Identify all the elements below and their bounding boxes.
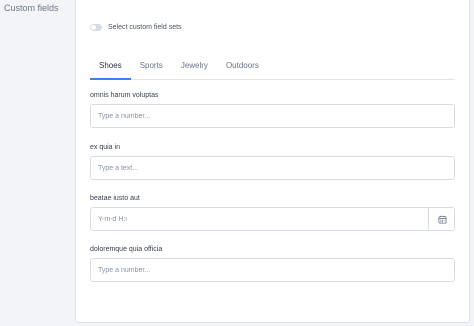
field-beatae-iusto-aut: beatae iusto aut: [90, 195, 455, 231]
datetime-input[interactable]: [90, 207, 455, 231]
calendar-button[interactable]: [428, 207, 455, 231]
field-label: omnis harum voluptas: [90, 92, 159, 99]
custom-fields-card: Select custom field sets Shoes Sports Je…: [75, 0, 470, 323]
field-doloremque-quia-officia: doloremque quia officia: [90, 246, 455, 282]
toggle-knob: [91, 25, 96, 30]
custom-field-sets-toggle[interactable]: [90, 24, 102, 31]
field-set-tabs: Shoes Sports Jewelry Outdoors: [90, 56, 455, 80]
field-omnis-harum-voluptas: omnis harum voluptas: [90, 92, 455, 128]
datetime-picker: [90, 207, 455, 231]
number-input[interactable]: [90, 104, 455, 128]
custom-field-sets-toggle-row: Select custom field sets: [90, 24, 182, 31]
number-input[interactable]: [90, 258, 455, 282]
tab-sports[interactable]: Sports: [131, 56, 172, 80]
field-label: beatae iusto aut: [90, 195, 140, 202]
calendar-icon: [437, 215, 447, 224]
tab-shoes[interactable]: Shoes: [90, 56, 131, 80]
field-label: doloremque quia officia: [90, 246, 163, 253]
toggle-label: Select custom field sets: [108, 24, 182, 31]
section-title: Custom fields: [4, 3, 59, 13]
tab-jewelry[interactable]: Jewelry: [172, 56, 217, 80]
field-label: ex quia in: [90, 144, 120, 151]
text-input[interactable]: [90, 156, 455, 180]
field-ex-quia-in: ex quia in: [90, 144, 455, 180]
tab-outdoors[interactable]: Outdoors: [217, 56, 268, 80]
